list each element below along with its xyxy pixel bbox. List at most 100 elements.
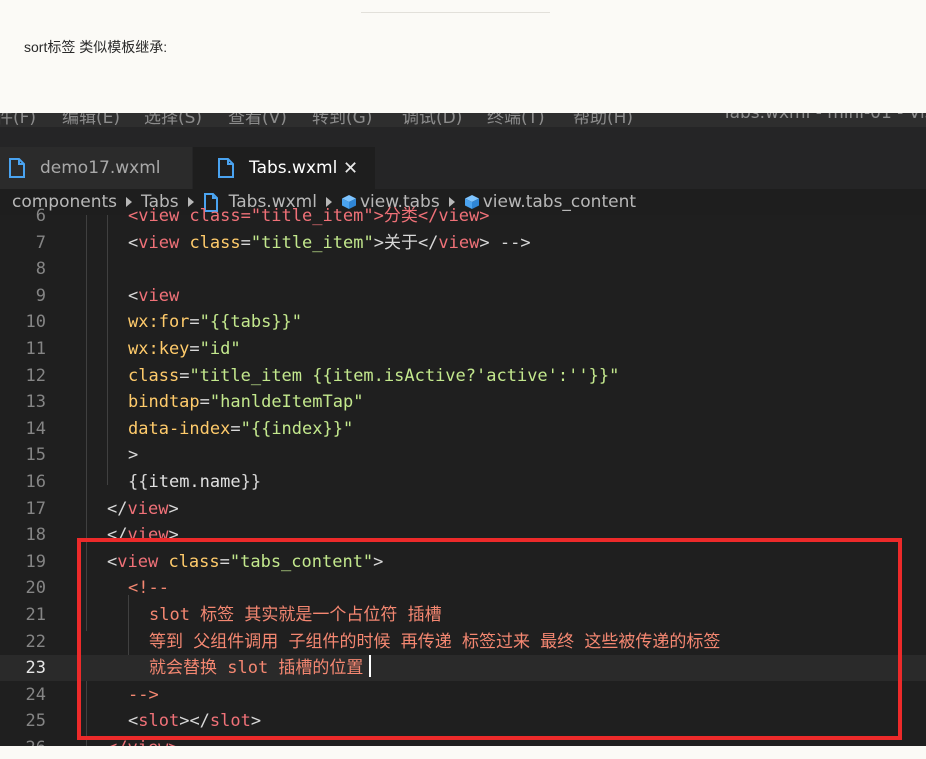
code-line[interactable]: 21 slot 标签 其实就是一个占位符 插槽 — [0, 602, 926, 628]
code-token: = — [189, 312, 200, 333]
code-line[interactable]: 14 data-index="{{index}}" — [0, 416, 926, 442]
line-number: 24 — [25, 684, 46, 705]
code-text: <view class="title_item">分类</view> — [128, 203, 490, 229]
code-line[interactable]: 23 就会替换 slot 插槽的位置 — [0, 655, 926, 682]
code-line[interactable]: 6 <view class="title_item">分类</view> — [0, 203, 926, 229]
code-token: > — [168, 498, 179, 519]
code-text: data-index="{{index}}" — [128, 416, 353, 442]
menu-edit[interactable]: 编辑(E) — [62, 113, 120, 127]
code-token: < — [107, 551, 118, 572]
code-token: = — [240, 232, 251, 253]
code-line[interactable]: 18 </view> — [0, 522, 926, 548]
line-number: 10 — [25, 312, 46, 333]
code-text: </view> — [107, 735, 179, 746]
code-line[interactable]: 17 </view> — [0, 496, 926, 522]
code-token: view — [138, 285, 180, 306]
code-line[interactable]: 11 wx:key="id" — [0, 336, 926, 362]
code-token: 等到 父组件调用 子组件的时候 再传递 标签过来 最终 这些被传递的标签 — [149, 631, 721, 652]
code-token: < — [128, 232, 139, 253]
file-icon — [9, 158, 25, 178]
code-text: <!-- — [128, 575, 169, 601]
code-text: wx:for="{{tabs}}" — [128, 309, 302, 335]
code-token: data-index — [128, 418, 231, 439]
code-token: class — [158, 551, 220, 572]
code-text: </view> — [107, 522, 179, 548]
code-token: = — [189, 339, 200, 359]
code-text: --> — [128, 682, 159, 708]
menu-file[interactable]: 件(F) — [0, 113, 36, 127]
code-token: > — [128, 445, 139, 466]
code-line[interactable]: 12 class="title_item {{item.isActive?'act… — [0, 363, 926, 389]
line-number: 8 — [35, 259, 46, 280]
code-token: bindtap — [128, 392, 200, 413]
code-token: view — [117, 551, 159, 572]
line-number: 25 — [25, 711, 46, 732]
code-token: "{{index}}" — [240, 418, 354, 439]
line-number: 13 — [25, 392, 46, 413]
code-text: slot 标签 其实就是一个占位符 插槽 — [149, 602, 442, 628]
code-text: wx:key="id" — [128, 336, 241, 362]
code-token: > --> — [479, 232, 531, 253]
code-text: {{item.name}} — [128, 469, 261, 495]
code-line[interactable]: 7 <view class="title_item">关于</view> --> — [0, 230, 926, 256]
menu-terminal[interactable]: 终端(T) — [487, 113, 545, 127]
code-token: > — [250, 711, 262, 732]
line-number: 15 — [25, 445, 46, 466]
line-number: 6 — [35, 206, 46, 226]
line-number: 9 — [35, 285, 46, 306]
code-token: class — [179, 232, 241, 253]
code-line[interactable]: 20 <!-- — [0, 575, 926, 601]
code-line[interactable]: 8 — [0, 256, 926, 282]
code-text: <slot></slot> — [128, 708, 261, 734]
code-text: <view — [128, 283, 179, 309]
close-icon[interactable]: ✕ — [343, 158, 358, 179]
line-number: 19 — [25, 551, 46, 572]
code-token: slot — [209, 711, 251, 732]
code-line[interactable]: 19 <view class="tabs_content"> — [0, 549, 926, 575]
tab-label: Tabs.wxml — [249, 158, 338, 178]
code-token: wx:for — [128, 312, 190, 333]
line-number: 18 — [25, 525, 46, 546]
code-token: "title_item {{item.isActive?'active':''}… — [189, 365, 620, 386]
code-text: > — [128, 442, 138, 468]
code-line[interactable]: 22 等到 父组件调用 子组件的时候 再传递 标签过来 最终 这些被传递的标签 — [0, 629, 926, 655]
code-line[interactable]: 25 <slot></slot> — [0, 708, 926, 734]
code-text: 等到 父组件调用 子组件的时候 再传递 标签过来 最终 这些被传递的标签 — [149, 629, 720, 655]
tab-demo17[interactable]: demo17.wxml — [0, 147, 192, 189]
menu-selection[interactable]: 选择(S) — [144, 113, 202, 127]
menu-view[interactable]: 查看(V) — [228, 113, 287, 127]
tab-tabs-wxml[interactable]: Tabs.wxml ✕ — [193, 147, 375, 189]
menu-help[interactable]: 帮助(H) — [573, 113, 633, 127]
code-line[interactable]: 24 --> — [0, 682, 926, 708]
code-line[interactable]: 10 wx:for="{{tabs}}" — [0, 309, 926, 335]
code-line[interactable]: 13 bindtap="hanldeItemTap" — [0, 389, 926, 415]
code-token: view — [138, 232, 180, 253]
line-number: 12 — [25, 365, 46, 386]
code-token: = — [179, 365, 190, 386]
code-line[interactable]: 9 <view — [0, 283, 926, 309]
code-editor-screenshot: 件(F) 编辑(E) 选择(S) 查看(V) 转到(G) 调试(D) 终端(T)… — [0, 113, 926, 746]
code-token: < — [128, 285, 139, 306]
article-section: sort标签 类似模板继承: — [0, 0, 926, 113]
file-icon — [218, 158, 234, 178]
code-line[interactable]: 15 > — [0, 442, 926, 468]
code-text: bindtap="hanldeItemTap" — [128, 389, 363, 415]
menu-go[interactable]: 转到(G) — [312, 113, 372, 127]
code-token: <view class="title_item">分类</view> — [128, 206, 490, 226]
code-token: view — [438, 232, 480, 253]
code-token: slot — [138, 711, 180, 732]
code-line[interactable]: 16 {{item.name}} — [0, 469, 926, 495]
code-token: 就会替换 slot 插槽的位置 — [149, 658, 364, 679]
code-token: > — [373, 551, 384, 572]
line-number: 11 — [25, 339, 46, 359]
line-number: 20 — [25, 578, 46, 599]
code-line[interactable]: 26 </view> — [0, 735, 926, 746]
code-area[interactable]: 6 <view class="title_item">分类</view> 7 <vie… — [0, 206, 926, 746]
divider — [361, 12, 550, 13]
menu-debug[interactable]: 调试(D) — [402, 113, 462, 127]
line-number: 7 — [35, 232, 46, 253]
line-number: 22 — [25, 631, 46, 652]
code-token: "{{tabs}}" — [199, 312, 303, 333]
code-token: item.name — [148, 472, 241, 492]
code-text: 就会替换 slot 插槽的位置 — [149, 655, 372, 681]
